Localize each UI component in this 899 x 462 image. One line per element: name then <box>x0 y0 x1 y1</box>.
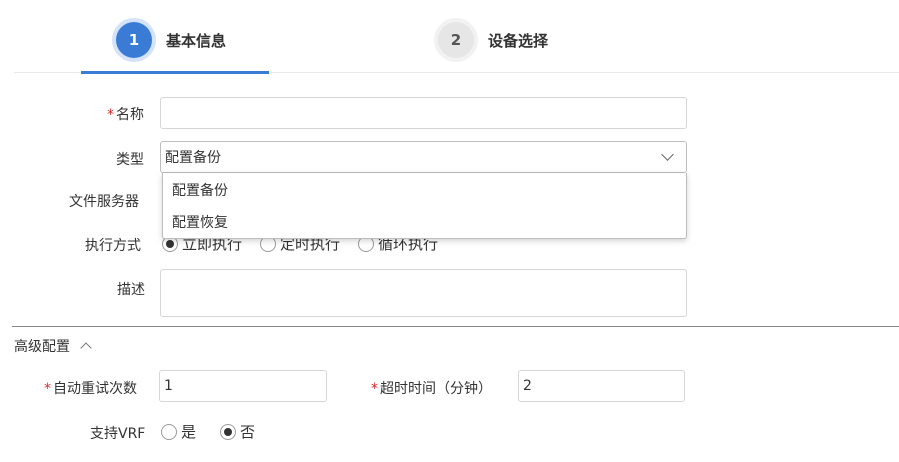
vrf-label: 支持VRF <box>90 426 146 442</box>
required-mark: * <box>107 107 114 123</box>
radio-checked-icon[interactable] <box>220 423 237 440</box>
description-label: 描述 <box>117 282 145 298</box>
radio-vrf-yes[interactable]: 是 <box>161 421 196 442</box>
active-step-indicator <box>81 71 269 74</box>
file-server-label: 文件服务器 <box>69 194 139 210</box>
type-dropdown-menu: 配置备份 配置恢复 <box>162 173 687 239</box>
advanced-config-title: 高级配置 <box>14 339 70 355</box>
timeout-label: * 超时时间（分钟） <box>371 381 492 397</box>
advanced-config-toggle[interactable]: 高级配置 <box>14 336 92 356</box>
step-label-device-select: 设备选择 <box>488 31 549 50</box>
type-label: 类型 <box>116 152 144 168</box>
step-label-basic-info: 基本信息 <box>166 31 227 50</box>
name-label: * 名称 <box>107 107 144 123</box>
vrf-radio-group: 是 否 <box>161 421 273 442</box>
section-divider <box>12 326 899 327</box>
dropdown-option-backup[interactable]: 配置备份 <box>163 174 686 206</box>
required-mark: * <box>44 381 51 397</box>
step-device-select[interactable]: 2 设备选择 <box>438 22 548 58</box>
dropdown-option-restore[interactable]: 配置恢复 <box>163 206 686 238</box>
radio-unchecked-icon[interactable] <box>161 423 177 440</box>
retry-label: * 自动重试次数 <box>44 381 137 397</box>
retry-count-input[interactable]: 1 <box>159 370 327 402</box>
name-input[interactable] <box>160 97 687 129</box>
chevron-down-icon[interactable] <box>661 148 674 161</box>
step-number-2: 2 <box>438 22 474 58</box>
required-mark: * <box>371 381 378 397</box>
type-select-value: 配置备份 <box>165 150 221 166</box>
step-basic-info[interactable]: 1 基本信息 <box>116 22 226 58</box>
description-textarea[interactable] <box>160 269 687 317</box>
timeout-input[interactable]: 2 <box>518 370 685 402</box>
radio-vrf-no[interactable]: 否 <box>220 421 255 442</box>
chevron-up-icon[interactable] <box>80 342 92 354</box>
type-select[interactable]: 配置备份 <box>160 141 687 173</box>
step-header: 1 基本信息 2 设备选择 <box>0 0 899 74</box>
exec-mode-label: 执行方式 <box>85 238 141 254</box>
step-number-1: 1 <box>116 22 152 58</box>
